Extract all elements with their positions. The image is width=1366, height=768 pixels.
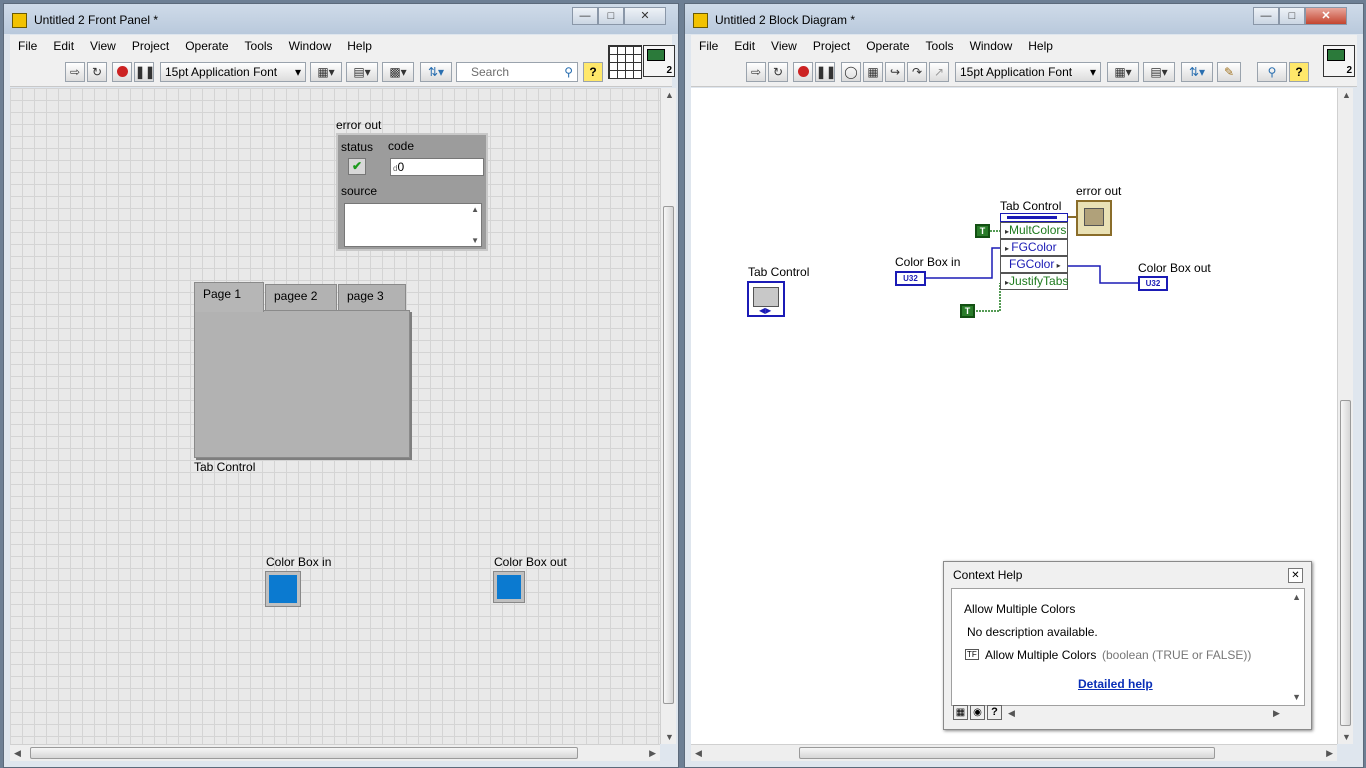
property-node-title: Tab Control xyxy=(1000,199,1062,213)
scroll-left-arrow-icon[interactable]: ◀ xyxy=(1008,708,1015,719)
error-out-terminal-label: error out xyxy=(1076,184,1122,198)
tab-control-terminal[interactable]: ◀▶ xyxy=(747,281,785,317)
tab-control-terminal-label: Tab Control xyxy=(748,265,810,279)
lock-icon[interactable]: ◉ xyxy=(970,705,985,720)
help-term-name: Allow Multiple Colors xyxy=(985,648,1097,662)
scroll-up-arrow-icon[interactable]: ▲ xyxy=(1292,592,1301,602)
context-help-window: Context Help ✕ Allow Multiple Colors No … xyxy=(943,561,1312,730)
color-box-out-terminal-label: Color Box out xyxy=(1138,261,1211,275)
tab-page-1[interactable]: Page 1 xyxy=(194,282,264,312)
detailed-help-link[interactable]: Detailed help xyxy=(1078,677,1153,691)
color-box-in-terminal[interactable]: U32 xyxy=(895,271,926,286)
property-row-fgcolor-out[interactable]: FGColor ▸ xyxy=(1000,256,1068,273)
color-box-out-terminal[interactable]: U32 xyxy=(1138,276,1168,291)
help-icon[interactable]: ? xyxy=(987,705,1002,720)
scroll-down-arrow-icon[interactable]: ▼ xyxy=(1292,692,1301,702)
help-description: No description available. xyxy=(967,625,1098,639)
help-term-type: (boolean (TRUE or FALSE)) xyxy=(1102,648,1252,662)
property-row-multcolors[interactable]: ▸MultColors xyxy=(1000,222,1068,239)
color-box-in-terminal-label: Color Box in xyxy=(895,255,961,269)
context-help-title: Context Help xyxy=(953,568,1023,582)
context-help-body: Allow Multiple Colors No description ava… xyxy=(951,588,1305,706)
scroll-right-arrow-icon[interactable]: ▶ xyxy=(1273,708,1280,719)
error-out-terminal[interactable] xyxy=(1076,200,1112,236)
boolean-type-icon: TF xyxy=(965,649,979,660)
true-constant[interactable]: T xyxy=(975,224,990,238)
true-constant[interactable]: T xyxy=(960,304,975,318)
property-row-fgcolor-in[interactable]: ▸ FGColor xyxy=(1000,239,1068,256)
help-heading: Allow Multiple Colors xyxy=(964,602,1076,616)
property-node-reference-bar xyxy=(1000,213,1068,222)
close-icon[interactable]: ✕ xyxy=(1288,568,1303,583)
property-row-justifytabs[interactable]: ▸JustifyTabs xyxy=(1000,273,1068,290)
show-optional-terminals-icon[interactable]: ▦ xyxy=(953,705,968,720)
